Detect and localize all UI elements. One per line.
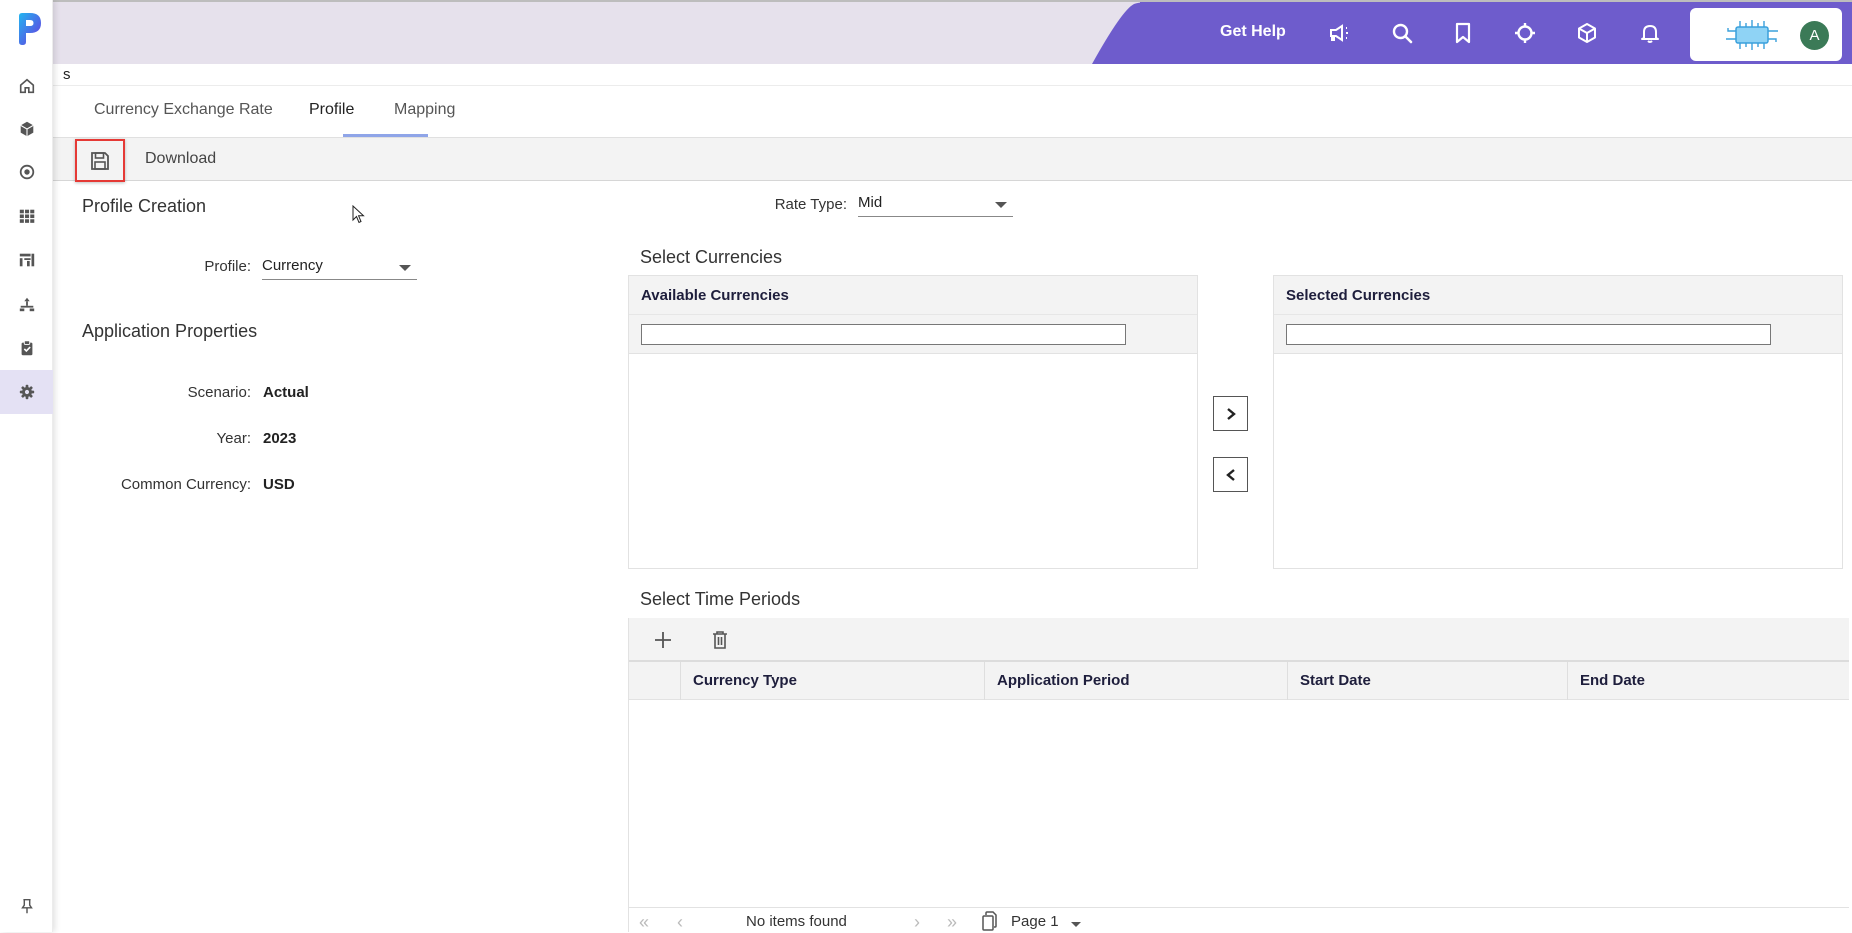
bookmark-icon bbox=[1455, 22, 1471, 44]
column-header-start-date[interactable]: Start Date bbox=[1287, 662, 1567, 700]
grid-toolbar bbox=[629, 618, 1849, 662]
clipboard-check-icon bbox=[21, 340, 32, 356]
top-bar: Get Help A bbox=[53, 0, 1852, 64]
selected-currencies-filter-input[interactable] bbox=[1286, 324, 1771, 345]
company-chip-logo bbox=[1726, 20, 1778, 50]
column-header-end-date[interactable]: End Date bbox=[1567, 662, 1848, 700]
tab-mapping[interactable]: Mapping bbox=[394, 101, 455, 119]
next-page-button[interactable]: › bbox=[914, 912, 920, 933]
application-properties-title: Application Properties bbox=[82, 321, 258, 341]
tab-bar: Currency Exchange Rate Profile Mapping bbox=[53, 86, 1852, 137]
tab-currency-exchange-rate[interactable]: Currency Exchange Rate bbox=[94, 101, 273, 119]
rail-item-settings[interactable] bbox=[0, 370, 53, 414]
select-time-periods-title: Select Time Periods bbox=[640, 589, 801, 609]
selected-filter-row bbox=[1274, 315, 1842, 354]
rail-item-grid[interactable] bbox=[0, 194, 53, 238]
bell-icon bbox=[1641, 25, 1659, 43]
hierarchy-icon bbox=[19, 297, 34, 312]
add-row-button[interactable] bbox=[651, 628, 675, 652]
column-header-application-period[interactable]: Application Period bbox=[984, 662, 1287, 700]
box-icon bbox=[1578, 23, 1596, 43]
get-help-link[interactable]: Get Help bbox=[1220, 23, 1286, 41]
year-label: Year: bbox=[216, 430, 251, 447]
tab-profile[interactable]: Profile bbox=[309, 101, 354, 119]
rail-item-target[interactable] bbox=[0, 150, 53, 194]
select-currencies-title: Select Currencies bbox=[640, 247, 783, 267]
rate-type-label: Rate Type: bbox=[774, 196, 847, 213]
column-header-currency-type[interactable]: Currency Type bbox=[680, 662, 984, 700]
chevron-down-icon[interactable] bbox=[1071, 922, 1081, 927]
target-icon bbox=[19, 164, 34, 180]
chevron-down-icon bbox=[995, 202, 1007, 208]
user-panel: A bbox=[1690, 8, 1842, 61]
crosshair-button[interactable] bbox=[1512, 20, 1538, 46]
chart-icon bbox=[19, 253, 34, 267]
copy-icon bbox=[982, 911, 997, 931]
page-selector[interactable]: Page 1 bbox=[1011, 913, 1059, 930]
trash-icon bbox=[713, 631, 727, 649]
scenario-label: Scenario: bbox=[187, 384, 251, 401]
home-icon bbox=[19, 78, 34, 94]
common-currency-value: USD bbox=[263, 476, 295, 493]
grid-header: Currency Type Application Period Start D… bbox=[629, 662, 1849, 700]
user-avatar[interactable]: A bbox=[1800, 21, 1829, 50]
year-value: 2023 bbox=[263, 430, 297, 447]
move-left-button[interactable] bbox=[1213, 457, 1248, 492]
cube-icon bbox=[19, 121, 34, 137]
rate-type-dropdown[interactable]: Mid bbox=[858, 193, 1013, 217]
chevron-down-icon bbox=[399, 265, 411, 271]
bookmark-button[interactable] bbox=[1450, 20, 1476, 46]
available-currencies-filter-input[interactable] bbox=[641, 324, 1126, 345]
plus-icon bbox=[655, 632, 671, 648]
select-column-header[interactable] bbox=[629, 662, 680, 700]
profile-creation-title: Profile Creation bbox=[82, 196, 207, 216]
prev-page-button[interactable]: ‹ bbox=[677, 912, 683, 933]
save-button[interactable] bbox=[75, 139, 125, 182]
announcements-button[interactable] bbox=[1327, 20, 1353, 46]
profile-label: Profile: bbox=[204, 258, 251, 275]
available-filter-row bbox=[629, 315, 1197, 354]
rail-item-hierarchy[interactable] bbox=[0, 282, 53, 326]
save-icon bbox=[91, 151, 109, 170]
grid-icon bbox=[19, 209, 34, 223]
box-button[interactable] bbox=[1574, 20, 1600, 46]
gear-icon bbox=[19, 384, 34, 400]
search-button[interactable] bbox=[1389, 20, 1415, 46]
scenario-value: Actual bbox=[263, 384, 309, 401]
time-periods-grid: Currency Type Application Period Start D… bbox=[628, 618, 1849, 933]
rail-item-home[interactable] bbox=[0, 64, 53, 108]
mouse-cursor bbox=[352, 205, 365, 224]
available-currencies-header: Available Currencies bbox=[629, 276, 1197, 315]
crosshair-icon bbox=[1515, 23, 1535, 43]
selected-currencies-list: Selected Currencies bbox=[1273, 275, 1843, 569]
left-nav-rail bbox=[0, 0, 53, 932]
pager-status: No items found bbox=[746, 913, 847, 930]
first-page-button[interactable]: « bbox=[639, 912, 649, 933]
common-currency-label: Common Currency: bbox=[120, 476, 251, 493]
rail-item-pin[interactable] bbox=[0, 884, 53, 928]
rail-item-tasks[interactable] bbox=[0, 326, 53, 370]
rail-item-models[interactable] bbox=[0, 107, 53, 151]
profile-dropdown[interactable]: Currency bbox=[262, 256, 417, 280]
selected-currencies-header: Selected Currencies bbox=[1274, 276, 1842, 315]
last-page-button[interactable]: » bbox=[947, 912, 957, 933]
delete-row-button[interactable] bbox=[708, 628, 732, 652]
download-button[interactable]: Download bbox=[145, 150, 216, 168]
grid-body bbox=[629, 700, 1849, 907]
profile-dropdown-value: Currency bbox=[262, 257, 323, 274]
rate-type-value: Mid bbox=[858, 194, 883, 211]
megaphone-icon bbox=[1330, 24, 1348, 42]
app-logo[interactable] bbox=[16, 12, 42, 46]
notifications-button[interactable] bbox=[1637, 20, 1663, 46]
chevron-left-icon bbox=[1225, 468, 1235, 481]
pin-icon bbox=[20, 898, 33, 914]
chevron-right-icon bbox=[1226, 407, 1236, 420]
available-currencies-list: Available Currencies bbox=[628, 275, 1198, 569]
search-icon bbox=[1392, 23, 1413, 44]
rail-item-reports[interactable] bbox=[0, 238, 53, 282]
grid-pager: « ‹ No items found › » Page 1 bbox=[629, 907, 1849, 933]
breadcrumb[interactable]: s bbox=[63, 66, 71, 83]
move-right-button[interactable] bbox=[1213, 396, 1248, 431]
toolbar: Download bbox=[53, 137, 1852, 182]
